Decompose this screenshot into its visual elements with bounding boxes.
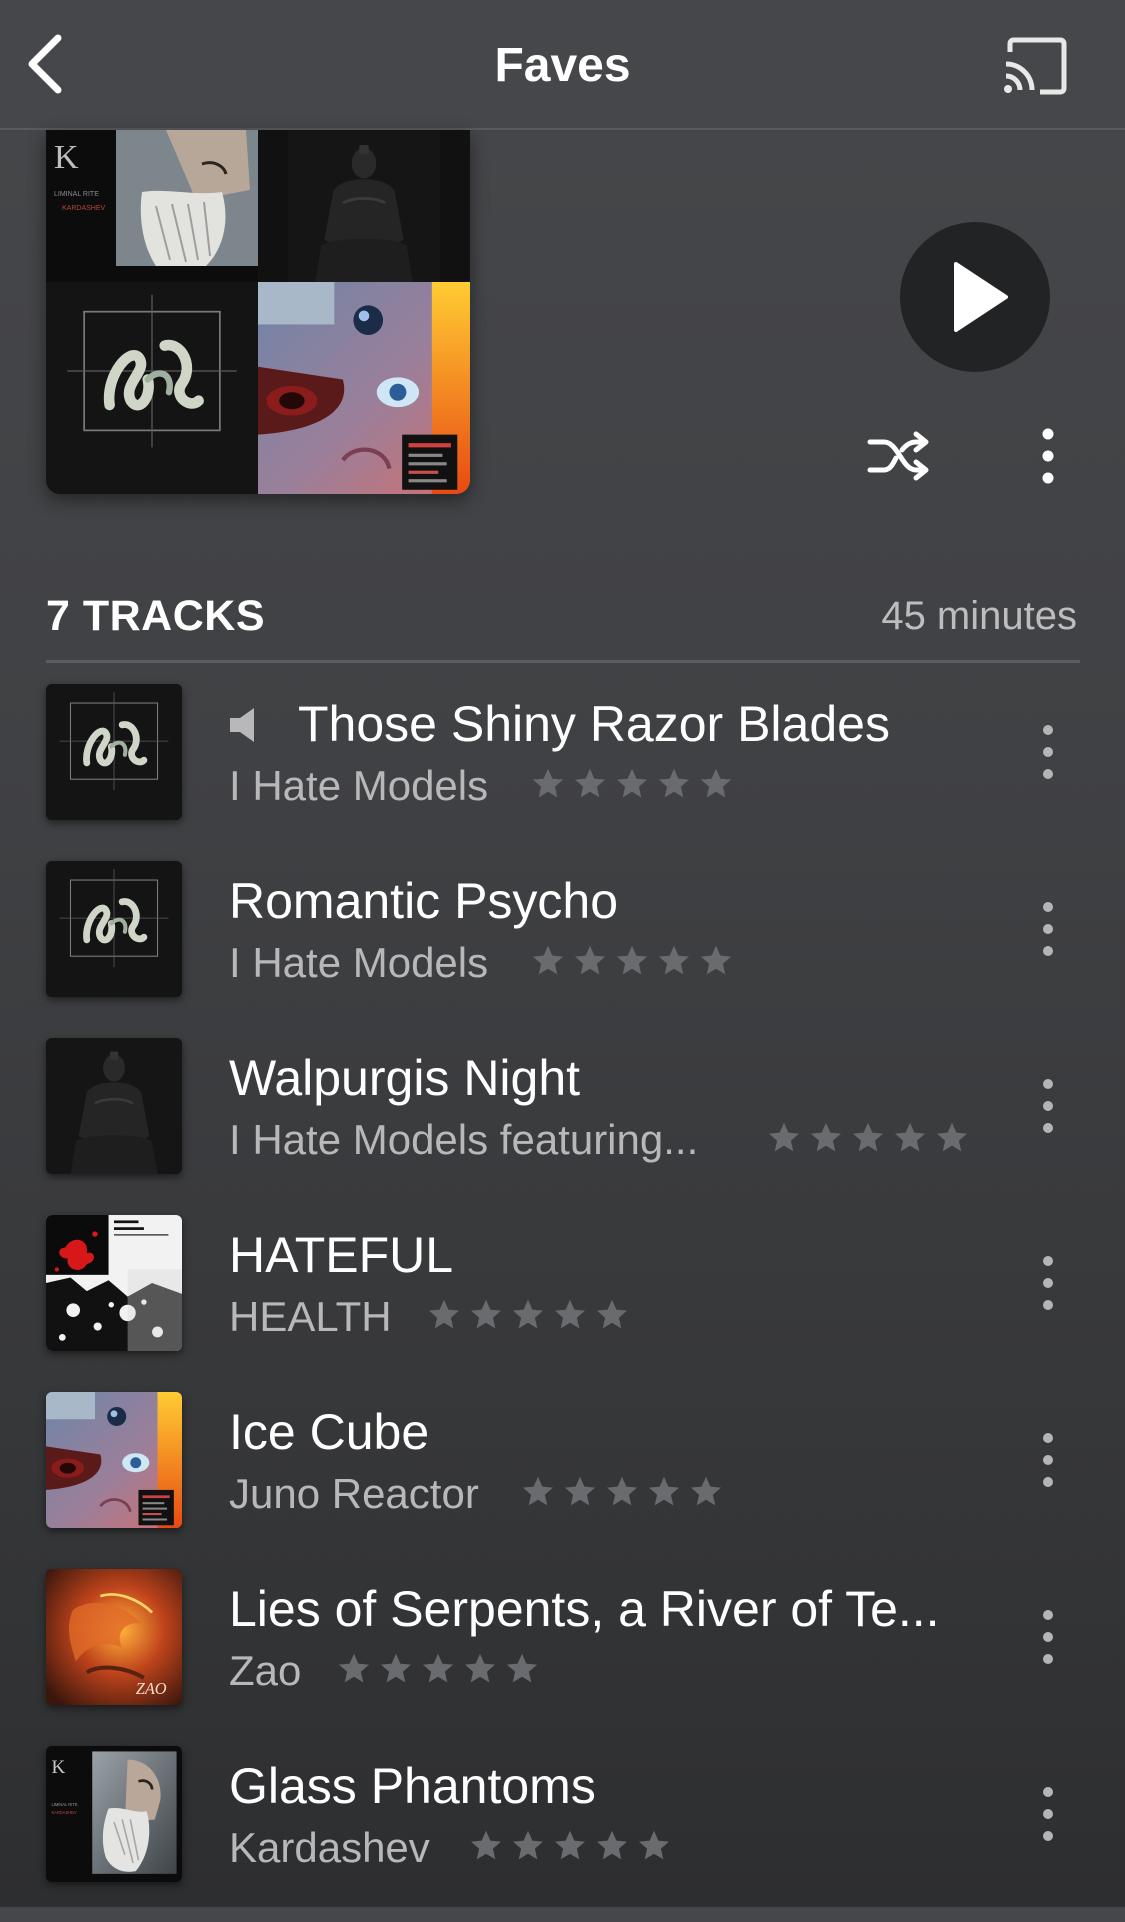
track-artist: I Hate Models featuring... (229, 1116, 699, 1163)
track-title: HATEFUL (229, 1227, 454, 1283)
rating-stars[interactable] (520, 1472, 726, 1514)
track-title: Those Shiny Razor Blades (298, 696, 890, 752)
svg-text:ZAO: ZAO (136, 1679, 167, 1698)
app-header: Faves (0, 0, 1125, 130)
track-title: Ice Cube (229, 1404, 430, 1460)
track-more-button[interactable] (1030, 1253, 1066, 1313)
track-more-button[interactable] (1030, 1076, 1066, 1136)
play-button[interactable] (900, 222, 1050, 372)
track-more-button[interactable] (1030, 1784, 1066, 1844)
track-row[interactable]: Glass Phantoms Kardashev (0, 1746, 1125, 1922)
album-art (46, 1215, 182, 1351)
album-art (46, 1746, 182, 1882)
album-art (46, 861, 182, 997)
track-more-button[interactable] (1030, 722, 1066, 782)
album-art (46, 1392, 182, 1528)
track-row[interactable]: Ice Cube Juno Reactor (0, 1392, 1125, 1568)
album-art (46, 684, 182, 820)
playlist-cover-collage: K LIMINAL RITE KARDASHEV (46, 130, 470, 494)
rating-stars[interactable] (468, 1826, 674, 1868)
speaker-icon (230, 708, 254, 742)
svg-text:K: K (54, 139, 79, 176)
track-row[interactable]: ZAO Lies of Serpents, a River of Te... Z… (0, 1569, 1125, 1745)
svg-text:KARDASHEV: KARDASHEV (62, 205, 106, 212)
track-artist: Kardashev (229, 1824, 430, 1871)
album-art: ZAO (46, 1569, 182, 1705)
track-more-button[interactable] (1030, 1607, 1066, 1667)
track-row[interactable]: Romantic Psycho I Hate Models (0, 861, 1125, 1037)
track-more-button[interactable] (1030, 899, 1066, 959)
cast-button[interactable] (1000, 36, 1072, 96)
album-art (46, 1038, 182, 1174)
more-vertical-icon (1030, 722, 1066, 782)
collage-art-lage (46, 282, 258, 494)
list-divider (46, 660, 1080, 663)
track-row[interactable]: HATEFUL HEALTH (0, 1215, 1125, 1391)
collage-art-kardashev: K LIMINAL RITE KARDASHEV (46, 130, 258, 282)
svg-text:LIMINAL RITE: LIMINAL RITE (54, 191, 99, 198)
track-artist: I Hate Models (229, 762, 489, 809)
playlist-more-button[interactable] (1030, 426, 1066, 486)
collage-art-walpurgis (258, 130, 470, 282)
track-row[interactable]: Those Shiny Razor Blades I Hate Models (0, 684, 1125, 860)
track-title: Glass Phantoms (229, 1758, 596, 1814)
track-more-button[interactable] (1030, 1430, 1066, 1490)
track-title: Romantic Psycho (229, 873, 619, 929)
track-artist: Juno Reactor (229, 1470, 479, 1517)
more-vertical-icon (1030, 1607, 1066, 1667)
more-vertical-icon (1030, 899, 1066, 959)
track-artist: I Hate Models (229, 939, 489, 986)
rating-stars[interactable] (530, 764, 736, 806)
more-vertical-icon (1030, 1253, 1066, 1313)
cast-icon (1004, 37, 1067, 95)
track-artist: Zao (229, 1647, 302, 1694)
page-title: Faves (494, 39, 631, 92)
rating-stars[interactable] (426, 1295, 632, 1337)
total-duration: 45 minutes (881, 594, 1077, 638)
collage-art-juno (258, 282, 470, 494)
track-artist: HEALTH (229, 1293, 392, 1340)
play-icon (954, 262, 1008, 332)
rating-stars[interactable] (766, 1118, 972, 1160)
rating-stars[interactable] (530, 941, 736, 983)
track-title: Lies of Serpents, a River of Te... (229, 1581, 940, 1637)
more-vertical-icon (1030, 1076, 1066, 1136)
track-title: Walpurgis Night (229, 1050, 581, 1106)
rating-stars[interactable] (336, 1649, 542, 1691)
more-vertical-icon (1030, 1784, 1066, 1844)
more-vertical-icon (1030, 1430, 1066, 1490)
track-row[interactable]: Walpurgis Night I Hate Models featuring.… (0, 1038, 1125, 1214)
more-vertical-icon (1042, 428, 1054, 484)
track-count: 7 TRACKS (46, 592, 266, 640)
shuffle-button[interactable] (866, 428, 932, 484)
shuffle-icon (867, 431, 929, 481)
